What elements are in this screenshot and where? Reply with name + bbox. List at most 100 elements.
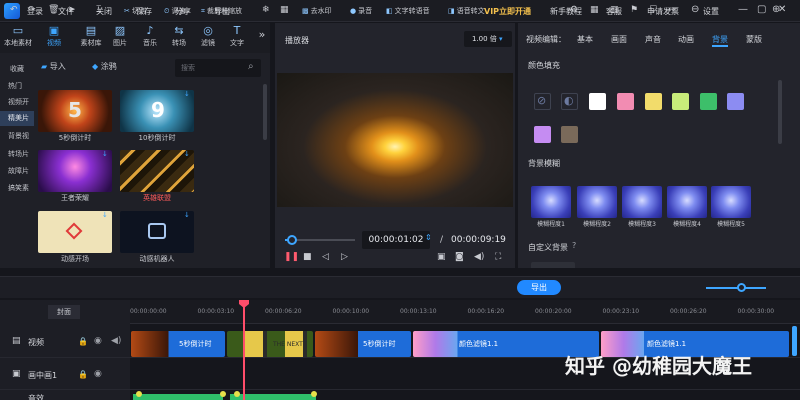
lock-icon[interactable]: 🔒 [78,370,88,379]
color-swatch[interactable] [645,93,662,110]
blur-option-3[interactable] [622,186,662,218]
keyframe-marker[interactable] [136,391,142,397]
color-swatch[interactable] [700,93,717,110]
library-scrollbar[interactable] [263,84,267,140]
camera-icon[interactable]: ◙ [455,252,464,262]
timeline-scrollbar[interactable] [792,326,797,356]
category-transition[interactable]: 转场片 [0,147,34,162]
download-icon[interactable]: ↓ [102,150,108,158]
download-icon[interactable]: ↓ [184,90,190,98]
cover-button[interactable]: 封面 [48,305,80,319]
tab-filter[interactable]: ◎ 滤镜 [196,24,220,48]
prev-frame-icon[interactable]: ◁ [322,252,329,262]
shield-icon[interactable]: ⛉ [650,5,657,15]
blur-option-1[interactable] [531,186,571,218]
delete-icon[interactable]: 🗑 [48,5,59,15]
asset-thumb-lol[interactable] [120,150,194,192]
stt-button[interactable]: ◨ 语音转文 [448,6,485,16]
tab-background[interactable]: 背景 [712,34,728,45]
remove-watermark-button[interactable]: ▩ 去水印 [302,6,332,16]
speed-select[interactable]: 1.00 倍 ▾ [464,31,512,47]
tab-image[interactable]: ▨ 图片 [108,24,132,48]
marker-icon[interactable]: ⚑ [630,5,638,15]
zoom-out-icon[interactable]: ⊖ [691,4,699,15]
blur-option-4[interactable] [667,186,707,218]
asset-thumb-countdown5[interactable]: 5 [38,90,112,132]
mosaic-icon[interactable]: ▦ [280,5,289,15]
playhead[interactable] [243,300,245,400]
category-glitch[interactable]: 故障片 [0,164,34,179]
category-video-intro[interactable]: 视频开 [0,95,34,110]
download-icon[interactable]: ↓ [102,211,108,219]
cursor-icon[interactable]: ⌶ [96,5,101,15]
asset-thumb-honor-of-kings[interactable] [38,150,112,192]
asset-thumb-dynamic-open[interactable] [38,211,112,253]
settings-icon[interactable]: ⚙ [570,5,578,15]
fit-icon[interactable]: ↔ [668,5,676,15]
color-swatch[interactable] [589,93,606,110]
next-frame-icon[interactable]: ▷ [341,252,348,262]
vip-button[interactable]: VIP立即开通 [484,6,531,17]
split-screen-icon[interactable]: ▥ [610,5,619,15]
select-icon[interactable]: ➤ [68,5,76,15]
settings-menu[interactable]: 设置 [703,6,719,17]
tab-mask[interactable]: 蒙版 [746,34,762,45]
minimize-icon[interactable]: — [738,4,748,15]
pause-icon[interactable]: ❚❚ [284,252,299,262]
export-button[interactable]: 导出 [517,280,561,295]
tab-basic[interactable]: 基本 [577,34,593,45]
tab-music[interactable]: ♪ 音乐 [138,24,162,48]
time-stepper-icon[interactable]: ⇕ [425,233,432,242]
search-icon[interactable]: ⌕ [248,61,254,72]
zoom-in-icon[interactable]: ⊕ [772,4,780,15]
asset-thumb-robot[interactable] [120,211,194,253]
help-icon[interactable]: ? [572,241,576,250]
maximize-icon[interactable]: ▢ [757,4,766,15]
stop-icon[interactable]: ■ [303,252,312,262]
eye-icon[interactable]: ◉ [94,336,102,346]
asset-thumb-countdown10[interactable]: 9 [120,90,194,132]
more-tabs-icon[interactable]: » [250,28,274,41]
speed-button[interactable]: ⏲ 调速 [164,6,185,16]
crop-zoom-button[interactable]: ⌗ 裁剪和缩放 [201,6,242,16]
tab-video[interactable]: ▣ 视频 [42,24,66,48]
sfx-clip[interactable] [133,394,223,400]
tab-text[interactable]: T 文字 [225,24,249,48]
lock-icon[interactable]: 🔒 [78,337,88,346]
clip-countdown5-2[interactable]: 5秒倒计时 [315,331,411,357]
current-time[interactable]: 00:00:01:02 [362,231,430,249]
category-funny[interactable]: 搞笑素 [0,181,34,196]
keyframe-marker[interactable] [234,391,240,397]
tab-transition[interactable]: ⇆ 转场 [167,24,191,48]
custom-bg-slot[interactable] [531,262,575,268]
download-icon[interactable]: ↓ [184,150,190,158]
fullscreen-icon[interactable]: ⛶ [495,252,501,262]
custom-color-swatch[interactable]: ◐ [561,93,578,110]
freeze-icon[interactable]: ❄ [262,5,270,15]
color-swatch[interactable] [672,93,689,110]
color-swatch[interactable] [617,93,634,110]
progress-handle[interactable] [287,235,297,245]
tab-picture[interactable]: 画面 [611,34,627,45]
color-swatch[interactable] [534,126,551,143]
time-ruler[interactable]: 00:00:00:00 00:00:03:10 00:00:06:20 00:00:1… [130,300,800,324]
redo-icon[interactable]: ↷ [28,5,36,15]
category-fine[interactable]: 精美片 [0,111,34,126]
zoom-handle[interactable] [737,283,746,292]
color-swatch[interactable] [727,93,744,110]
tab-sound[interactable]: 声音 [645,34,661,45]
category-background[interactable]: 背景视 [0,129,34,144]
import-button[interactable]: ▰ 导入 [41,61,66,72]
speaker-icon[interactable]: ◀) [111,336,121,346]
tab-asset-library[interactable]: ▤ 素材库 [77,24,105,48]
eye-icon[interactable]: ◉ [94,369,102,379]
zoom-slider[interactable] [706,287,766,289]
clip-countdown5[interactable]: 5秒倒计时 [131,331,225,357]
record-button[interactable]: ● 录音 [350,6,372,16]
category-favorites[interactable]: 收藏 [10,64,24,74]
edit-scrollbar[interactable] [778,80,782,144]
tab-local-assets[interactable]: ▭ 本地素材 [2,24,34,48]
clip-the-next[interactable]: THE NEXT [227,331,313,357]
tab-animation[interactable]: 动画 [678,34,694,45]
no-color-swatch[interactable]: ⊘ [534,93,551,110]
